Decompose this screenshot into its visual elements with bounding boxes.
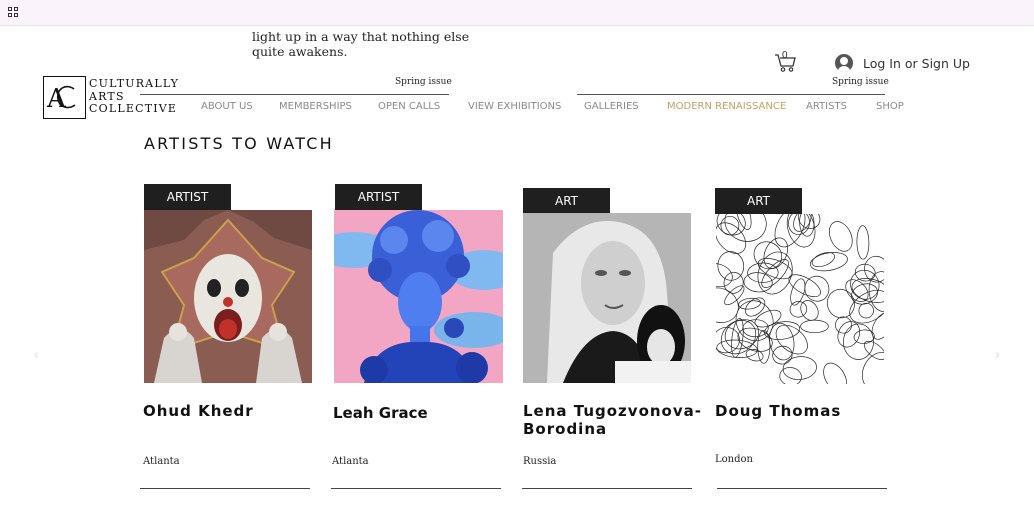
scribble-loop	[800, 319, 829, 334]
issue-label: Spring issue	[395, 77, 452, 87]
artwork-image[interactable]	[523, 213, 691, 383]
artwork-image[interactable]	[334, 210, 503, 383]
scribble-loop	[863, 340, 884, 360]
logo-text[interactable]: CULTURALLY ARTS COLLECTIVE	[89, 77, 180, 116]
card-tag: ARTIST	[144, 184, 231, 210]
card-underline	[331, 488, 501, 489]
teaser-line: quite awakens.	[252, 44, 348, 59]
scribble-loop	[790, 278, 806, 306]
card-underline	[522, 488, 692, 489]
scribble-loop	[774, 214, 806, 248]
scribble-loop	[858, 302, 874, 319]
nav-item-shop[interactable]: SHOP	[876, 101, 904, 112]
artist-name[interactable]: Ohud Khedr	[143, 402, 323, 420]
artist-location: Atlanta	[332, 456, 369, 467]
chevron-right-icon[interactable]: ›	[995, 346, 1000, 362]
artist-name[interactable]: Doug Thomas	[715, 402, 895, 420]
scribble-loop	[849, 289, 884, 324]
nav-item-galleries[interactable]: GALLERIES	[584, 101, 639, 112]
scribble-loop	[835, 316, 852, 334]
card-tag: ARTIST	[335, 184, 422, 210]
artwork-image[interactable]	[716, 214, 884, 384]
scribble-loop	[717, 251, 745, 281]
nav-item-about-us[interactable]: ABOUT US	[201, 101, 253, 112]
scribble-loop	[850, 269, 880, 300]
scribble-loop	[745, 297, 766, 317]
issue-label: Spring issue	[832, 77, 889, 87]
artist-location: Russia	[523, 456, 557, 467]
artist-location: Atlanta	[143, 456, 180, 467]
card-underline	[717, 488, 887, 489]
scribble-loop	[716, 222, 747, 254]
grid-menu-icon[interactable]	[8, 7, 19, 18]
scribble-loop	[747, 262, 779, 283]
divider	[140, 94, 449, 95]
card-tag: ART	[715, 188, 802, 214]
divider	[577, 94, 885, 95]
scribble-loop	[716, 263, 733, 288]
scribble-loop	[871, 312, 884, 340]
chevron-left-icon[interactable]: ‹	[34, 346, 39, 362]
scribble-loop	[856, 225, 870, 260]
scribble-loop	[809, 252, 848, 272]
nav-item-open-calls[interactable]: OPEN CALLS	[378, 101, 440, 112]
login-label: Log In or Sign Up	[863, 55, 970, 71]
teaser-line: light up in a way that nothing else	[252, 29, 470, 44]
logo-mark[interactable]: A	[43, 76, 86, 119]
artist-name[interactable]: Leah Grace	[333, 404, 513, 422]
avatar-icon	[835, 54, 853, 72]
scribble-loop	[779, 367, 802, 384]
scribble-loop	[753, 241, 783, 270]
card-tag: ART	[523, 188, 610, 214]
artwork-image[interactable]	[144, 210, 312, 383]
logo-monogram-icon: A	[46, 84, 76, 114]
scribble-loop	[716, 287, 739, 323]
svg-text:A: A	[46, 84, 67, 114]
top-toolbar	[0, 0, 1034, 26]
teaser-text: light up in a way that nothing else quit…	[252, 29, 469, 59]
nav-item-artists[interactable]: ARTISTS	[806, 101, 847, 112]
artist-name[interactable]: Lena Tugozvonova-Borodina	[523, 402, 713, 438]
scribble-loop	[738, 297, 761, 310]
logo-line: COLLECTIVE	[89, 102, 178, 115]
scribble-loop	[823, 362, 847, 384]
nav-item-modern-renaissance[interactable]: MODERN RENAISSANCE	[667, 101, 786, 112]
section-title: ARTISTS TO WATCH	[144, 134, 334, 153]
cart-count: 0	[782, 50, 788, 61]
card-underline	[140, 488, 310, 489]
nav-item-view-exhibitions[interactable]: VIEW EXHIBITIONS	[468, 101, 561, 112]
logo-line: CULTURALLY	[89, 77, 180, 90]
scribble-loop	[772, 345, 793, 365]
artist-location: London	[715, 454, 753, 465]
nav-item-memberships[interactable]: MEMBERSHIPS	[279, 101, 352, 112]
scribble-loop	[720, 215, 740, 236]
scribble-loop	[828, 221, 853, 252]
login-button[interactable]: Log In or Sign Up	[835, 53, 970, 73]
scribble-loop	[843, 323, 874, 360]
scribble-loop	[745, 349, 764, 362]
